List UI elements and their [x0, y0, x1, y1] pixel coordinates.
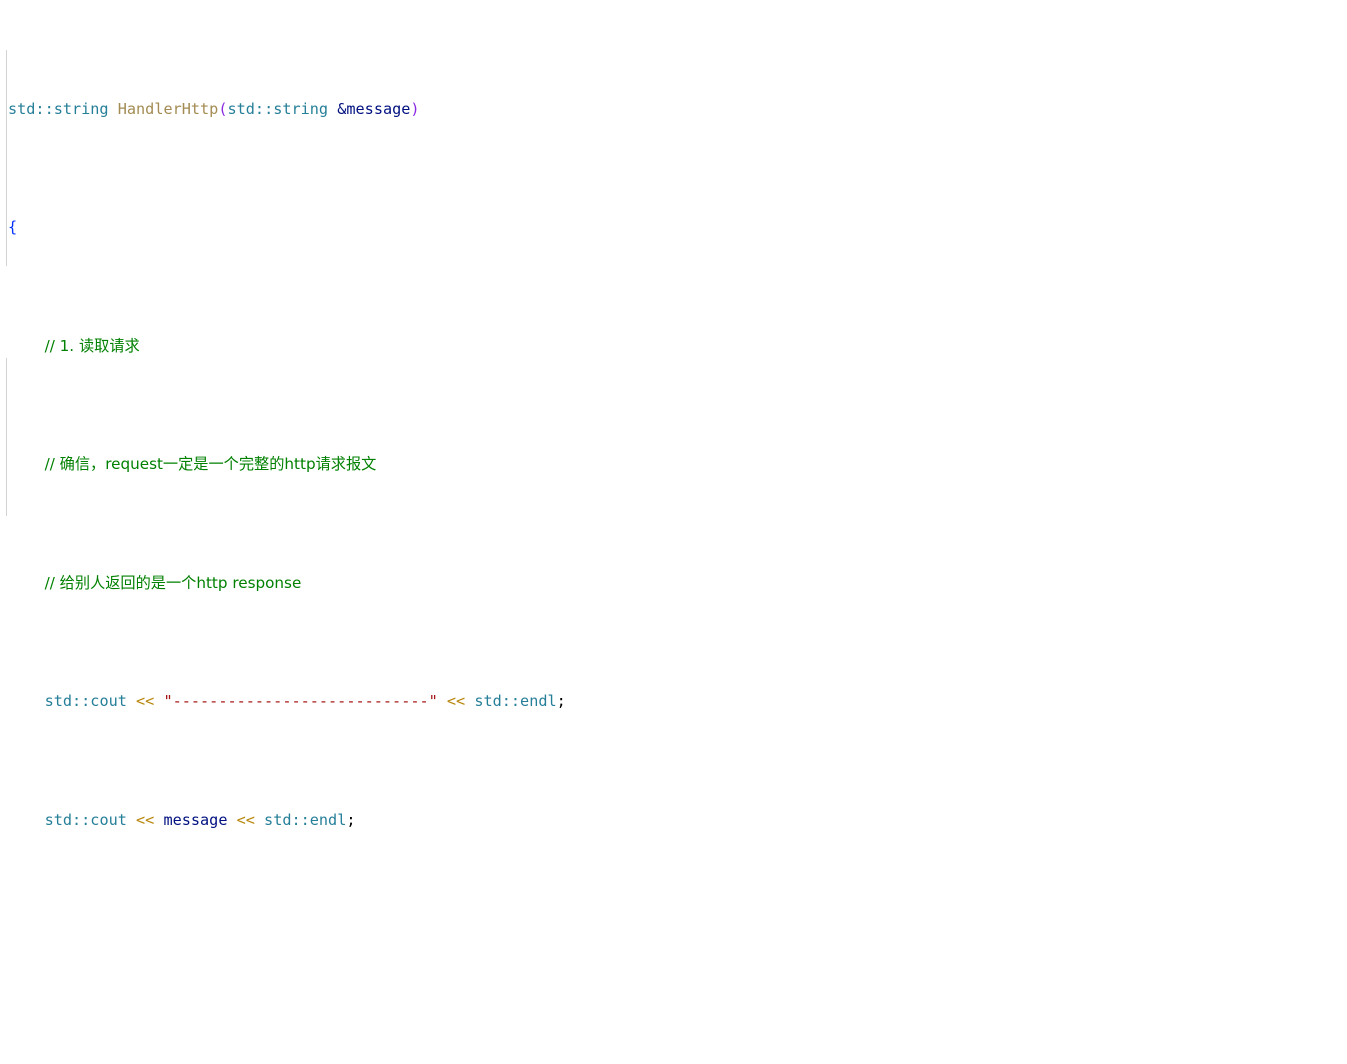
token-function-name: HandlerHttp — [117, 99, 219, 118]
token-stream-endl: std::endl — [264, 810, 347, 829]
token-type: std::string — [8, 99, 109, 118]
code-line-7: std::cout << message << std::endl; — [8, 809, 1347, 833]
token-param-name: &message — [337, 99, 411, 118]
token-semicolon: ; — [556, 692, 566, 711]
token-stream-operator: << — [227, 810, 265, 829]
token-stream-operator: << — [126, 692, 164, 711]
code-line-1: std::string HandlerHttp(std::string &mes… — [8, 98, 1347, 122]
token-param-type: std::string — [227, 99, 329, 118]
token-comment: // 给别人返回的是一个http response — [44, 573, 302, 592]
token-stream-cout: std::cout — [44, 692, 127, 711]
token-variable: message — [163, 810, 228, 829]
indent-guide — [6, 50, 7, 266]
code-line-2: { — [8, 216, 1347, 240]
token-comment: // 确信，request一定是一个完整的http请求报文 — [44, 455, 377, 474]
token-paren-open: ( — [218, 99, 228, 118]
code-line-4: // 确信，request一定是一个完整的http请求报文 — [8, 453, 1347, 477]
code-editor[interactable]: std::string HandlerHttp(std::string &mes… — [0, 0, 1347, 829]
code-content[interactable]: std::string HandlerHttp(std::string &mes… — [8, 3, 1347, 1064]
code-line-5: // 给别人返回的是一个http response — [8, 572, 1347, 596]
token-semicolon: ; — [346, 810, 356, 829]
token-stream-endl: std::endl — [474, 692, 557, 711]
token-string-literal: "----------------------------" — [163, 692, 438, 711]
token-comment: // 1. 读取请求 — [44, 336, 140, 355]
token-stream-operator: << — [437, 692, 475, 711]
token-paren-close: ) — [410, 99, 420, 118]
code-line-6: std::cout << "--------------------------… — [8, 690, 1347, 714]
token-brace-open: { — [8, 218, 18, 237]
code-line-3: // 1. 读取请求 — [8, 335, 1347, 359]
indent-guide — [6, 358, 7, 516]
token-stream-cout: std::cout — [44, 810, 127, 829]
token-stream-operator: << — [126, 810, 164, 829]
